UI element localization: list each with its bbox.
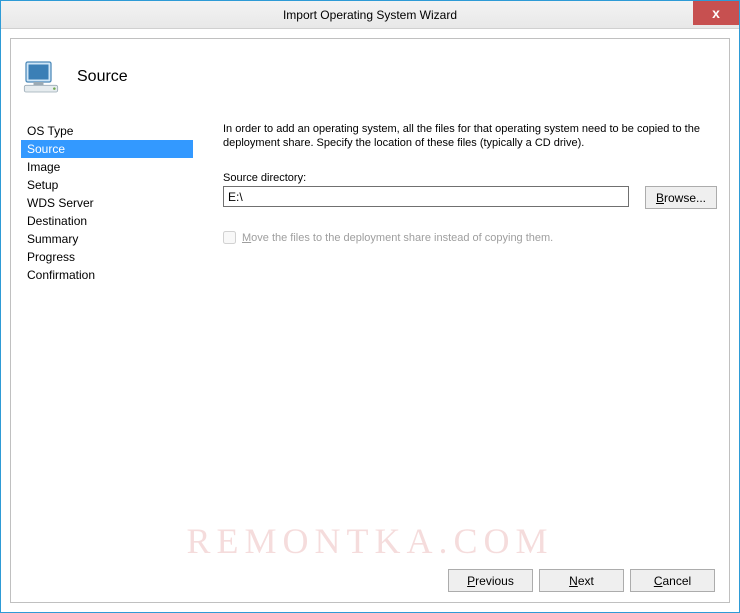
page-title: Source	[77, 68, 128, 86]
titlebar: Import Operating System Wizard x	[1, 1, 739, 29]
window-title: Import Operating System Wizard	[283, 8, 457, 22]
wizard-step-source[interactable]: Source	[21, 140, 193, 158]
browse-button[interactable]: Browse...	[645, 186, 717, 209]
wizard-step-destination[interactable]: Destination	[21, 212, 193, 230]
close-icon: x	[712, 5, 720, 21]
source-directory-label: Source directory:	[223, 172, 717, 184]
wizard-step-image[interactable]: Image	[21, 158, 193, 176]
wizard-step-progress[interactable]: Progress	[21, 248, 193, 266]
wizard-steps-nav: OS TypeSourceImageSetupWDS ServerDestina…	[21, 122, 193, 284]
wizard-step-setup[interactable]: Setup	[21, 176, 193, 194]
wizard-step-wds-server[interactable]: WDS Server	[21, 194, 193, 212]
computer-icon	[21, 57, 61, 97]
instruction-text: In order to add an operating system, all…	[223, 122, 717, 150]
dialog-body: Source OS TypeSourceImageSetupWDS Server…	[10, 38, 730, 603]
next-button[interactable]: Next	[539, 569, 624, 592]
main-panel: In order to add an operating system, all…	[193, 122, 719, 284]
wizard-step-summary[interactable]: Summary	[21, 230, 193, 248]
watermark: REMONTKA.COM	[186, 520, 553, 562]
previous-button[interactable]: Previous	[448, 569, 533, 592]
wizard-step-confirmation[interactable]: Confirmation	[21, 266, 193, 284]
wizard-footer: Previous Next Cancel	[448, 569, 715, 592]
move-files-checkbox	[223, 231, 236, 244]
cancel-button[interactable]: Cancel	[630, 569, 715, 592]
header: Source	[11, 39, 729, 122]
source-directory-input[interactable]	[223, 186, 629, 207]
move-files-label: Move the files to the deployment share i…	[242, 232, 553, 244]
close-button[interactable]: x	[693, 1, 739, 25]
wizard-step-os-type[interactable]: OS Type	[21, 122, 193, 140]
move-files-option: Move the files to the deployment share i…	[223, 231, 717, 244]
